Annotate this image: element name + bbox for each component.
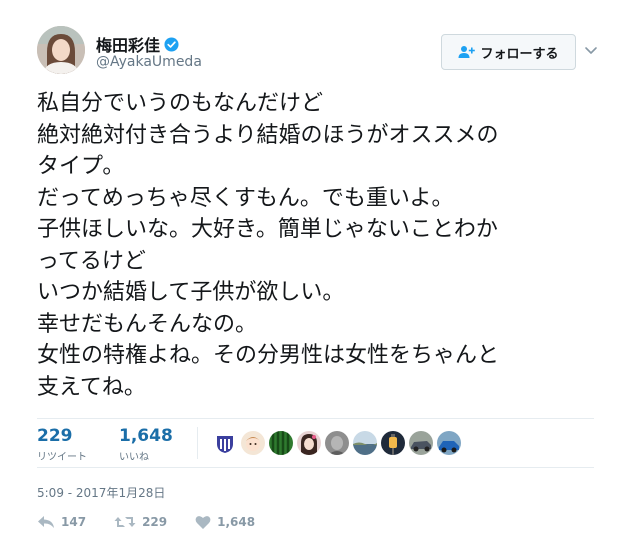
follow-button-label: フォローする — [480, 46, 559, 62]
tweet-text-line: ってるけど — [37, 248, 146, 274]
like-stat-label: いいね — [119, 452, 149, 463]
stats-top-divider — [37, 418, 594, 419]
retweet-stat-label: リツイート — [37, 452, 87, 463]
reply-button[interactable]: 147 — [37, 514, 86, 530]
add-user-icon — [458, 45, 476, 59]
liker-avatar[interactable] — [353, 431, 377, 455]
stats-separator — [197, 427, 198, 459]
tweet-text-line: 絶対絶対付き合うより結婚のほうがオススメの — [37, 122, 499, 148]
author-handle[interactable]: @AyakaUmeda — [96, 54, 202, 70]
tweet-text: 私自分でいうのもなんだけど 絶対絶対付き合うより結婚のほうがオススメの タイプ。… — [37, 88, 607, 403]
chevron-down-icon[interactable] — [583, 42, 599, 58]
like-count: 1,648 — [217, 515, 256, 529]
author-display-name[interactable]: 梅田彩佳 — [96, 32, 160, 56]
liker-avatar[interactable] — [325, 431, 349, 455]
tweet-card: 梅田彩佳 @AyakaUmeda フォローする 私自分でいうのもなんだけど 絶対… — [0, 0, 635, 557]
liker-avatar[interactable] — [241, 431, 265, 455]
liker-avatar-list — [213, 431, 461, 455]
tweet-text-line: 子供ほしいな。大好き。簡単じゃないことわか — [37, 217, 498, 242]
heart-icon — [195, 515, 211, 530]
tweet-actions: 147 229 1,648 — [37, 514, 283, 530]
retweet-count: 229 — [142, 515, 168, 529]
tweet-text-line: 幸せだもんそんなの。 — [37, 311, 258, 337]
liker-avatar[interactable] — [409, 431, 433, 455]
liker-avatar[interactable] — [213, 431, 237, 455]
retweet-icon — [114, 514, 136, 530]
tweet-text-line: 支えてね。 — [37, 374, 146, 400]
verified-badge-icon — [164, 36, 179, 52]
liker-avatar[interactable] — [381, 431, 405, 455]
retweet-stat[interactable]: 229 リツイート — [37, 426, 87, 463]
retweet-stat-value: 229 — [37, 426, 73, 446]
tweet-text-line: いつか結婚して子供が欲しい。 — [37, 280, 345, 305]
retweet-button[interactable]: 229 — [114, 514, 167, 530]
liker-avatar[interactable] — [269, 431, 293, 455]
tweet-text-line: タイプ。 — [37, 154, 125, 179]
author-avatar[interactable] — [37, 26, 85, 74]
liker-avatar[interactable] — [297, 431, 321, 455]
reply-icon — [37, 514, 55, 530]
reply-count: 147 — [61, 515, 87, 529]
tweet-timestamp[interactable]: 5:09 - 2017年1月28日 — [37, 484, 165, 501]
tweet-text-line: だってめっちゃ尽くすもん。でも重いよ。 — [37, 185, 454, 211]
tweet-text-line: 女性の特権よね。その分男性は女性をちゃんと — [37, 343, 500, 368]
tweet-text-line: 私自分でいうのもなんだけど — [37, 91, 324, 116]
liker-avatar[interactable] — [437, 431, 461, 455]
like-stat-value: 1,648 — [119, 426, 173, 446]
stats-bottom-divider — [37, 467, 594, 468]
like-button[interactable]: 1,648 — [195, 515, 255, 530]
follow-button[interactable]: フォローする — [441, 34, 576, 70]
like-stat[interactable]: 1,648 いいね — [119, 426, 173, 463]
